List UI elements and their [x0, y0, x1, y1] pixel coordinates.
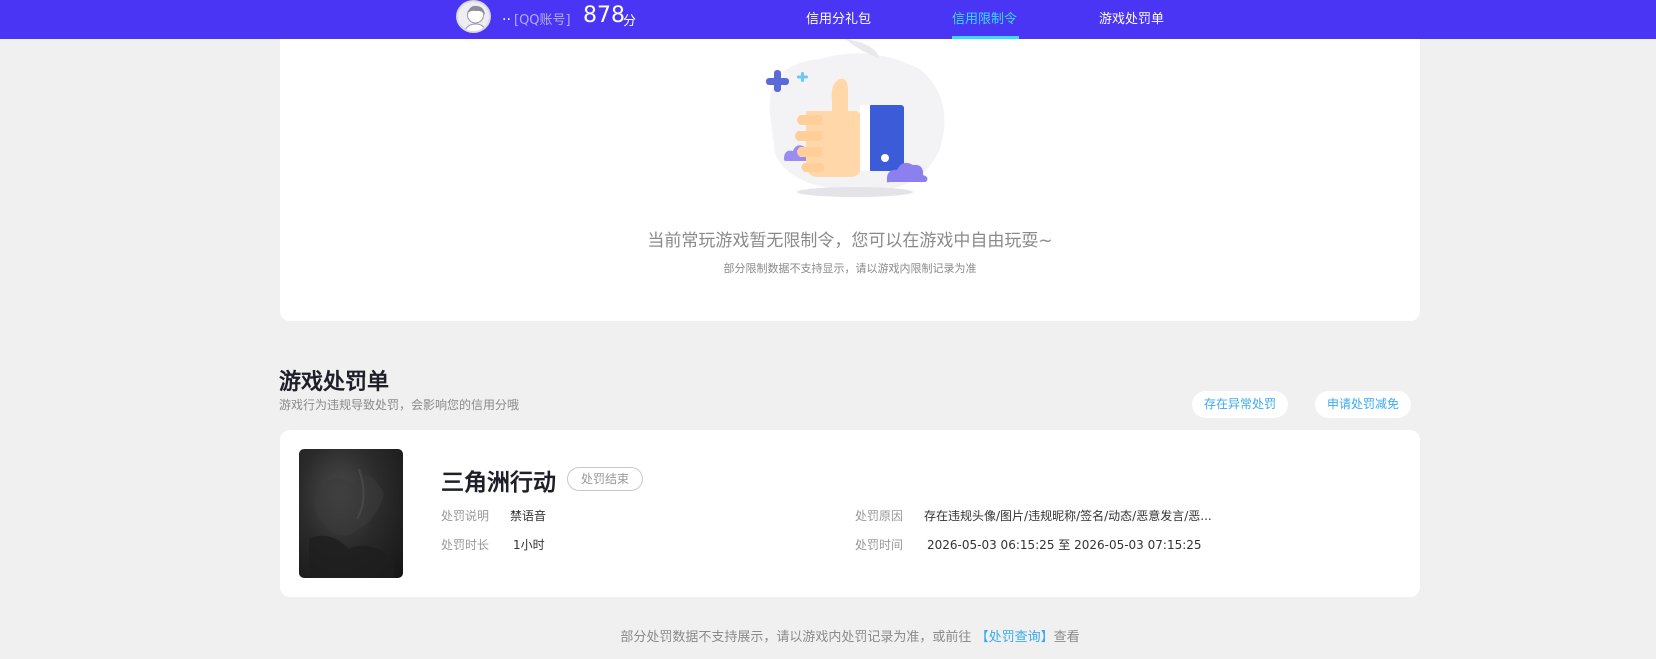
nav-tab-credit-gift[interactable]: 信用分礼包	[806, 8, 871, 27]
penalty-reason-value: 存在违规头像/图片/违规昵称/签名/动态/恶意发言/恶...	[924, 509, 1212, 523]
apply-penalty-reduction-button[interactable]: 申请处罚减免	[1315, 391, 1412, 418]
penalty-desc-label: 处罚说明	[441, 509, 490, 523]
user-avatar[interactable]	[456, 0, 491, 33]
credit-score-unit: 分	[623, 14, 637, 29]
penalty-status-badge: 处罚结束	[567, 467, 644, 491]
nav-tab-game-penalty[interactable]: 游戏处罚单	[1099, 8, 1164, 27]
penalty-section-subtitle: 游戏行为违规导致处罚，会影响您的信用分哦	[279, 398, 520, 412]
thumbs-up-illustration-icon	[766, 39, 945, 197]
penalty-time-value: 2026-05-03 06:15:25 至 2026-05-03 07:15:2…	[927, 538, 1202, 552]
penalty-footer-note: 部分处罚数据不支持展示，请以游戏内处罚记录为准，或前往 【处罚查询】查看	[280, 626, 1420, 645]
penalty-time-label: 处罚时间	[855, 538, 904, 552]
penalty-section-title: 游戏处罚单	[279, 370, 390, 395]
penalty-duration-label: 处罚时长	[441, 538, 490, 552]
nav-tab-credit-restriction[interactable]: 信用限制令	[952, 8, 1017, 27]
footer-note-suffix: 查看	[1053, 630, 1080, 645]
game-name: 三角洲行动	[441, 470, 556, 496]
footer-note-prefix: 部分处罚数据不支持展示，请以游戏内处罚记录为准，或前往	[620, 630, 972, 645]
penalty-reason-label: 处罚原因	[855, 509, 904, 523]
restriction-empty-note: 部分限制数据不支持显示，请以游戏内限制记录为准	[723, 262, 977, 275]
penalty-duration-value: 1小时	[513, 538, 545, 552]
penalty-desc-value: 禁语音	[510, 509, 547, 523]
abnormal-penalty-button[interactable]: 存在异常处罚	[1192, 391, 1289, 418]
game-cover-art-icon	[309, 468, 394, 578]
user-name: ..	[502, 8, 511, 24]
credit-score: 878	[583, 3, 625, 28]
restriction-empty-title: 当前常玩游戏暂无限制令，您可以在游戏中自由玩耍~	[647, 231, 1053, 251]
account-type-label: [QQ账号]	[514, 13, 571, 28]
penalty-query-link[interactable]: 【处罚查询】	[976, 630, 1054, 645]
game-cover-image	[299, 449, 403, 578]
